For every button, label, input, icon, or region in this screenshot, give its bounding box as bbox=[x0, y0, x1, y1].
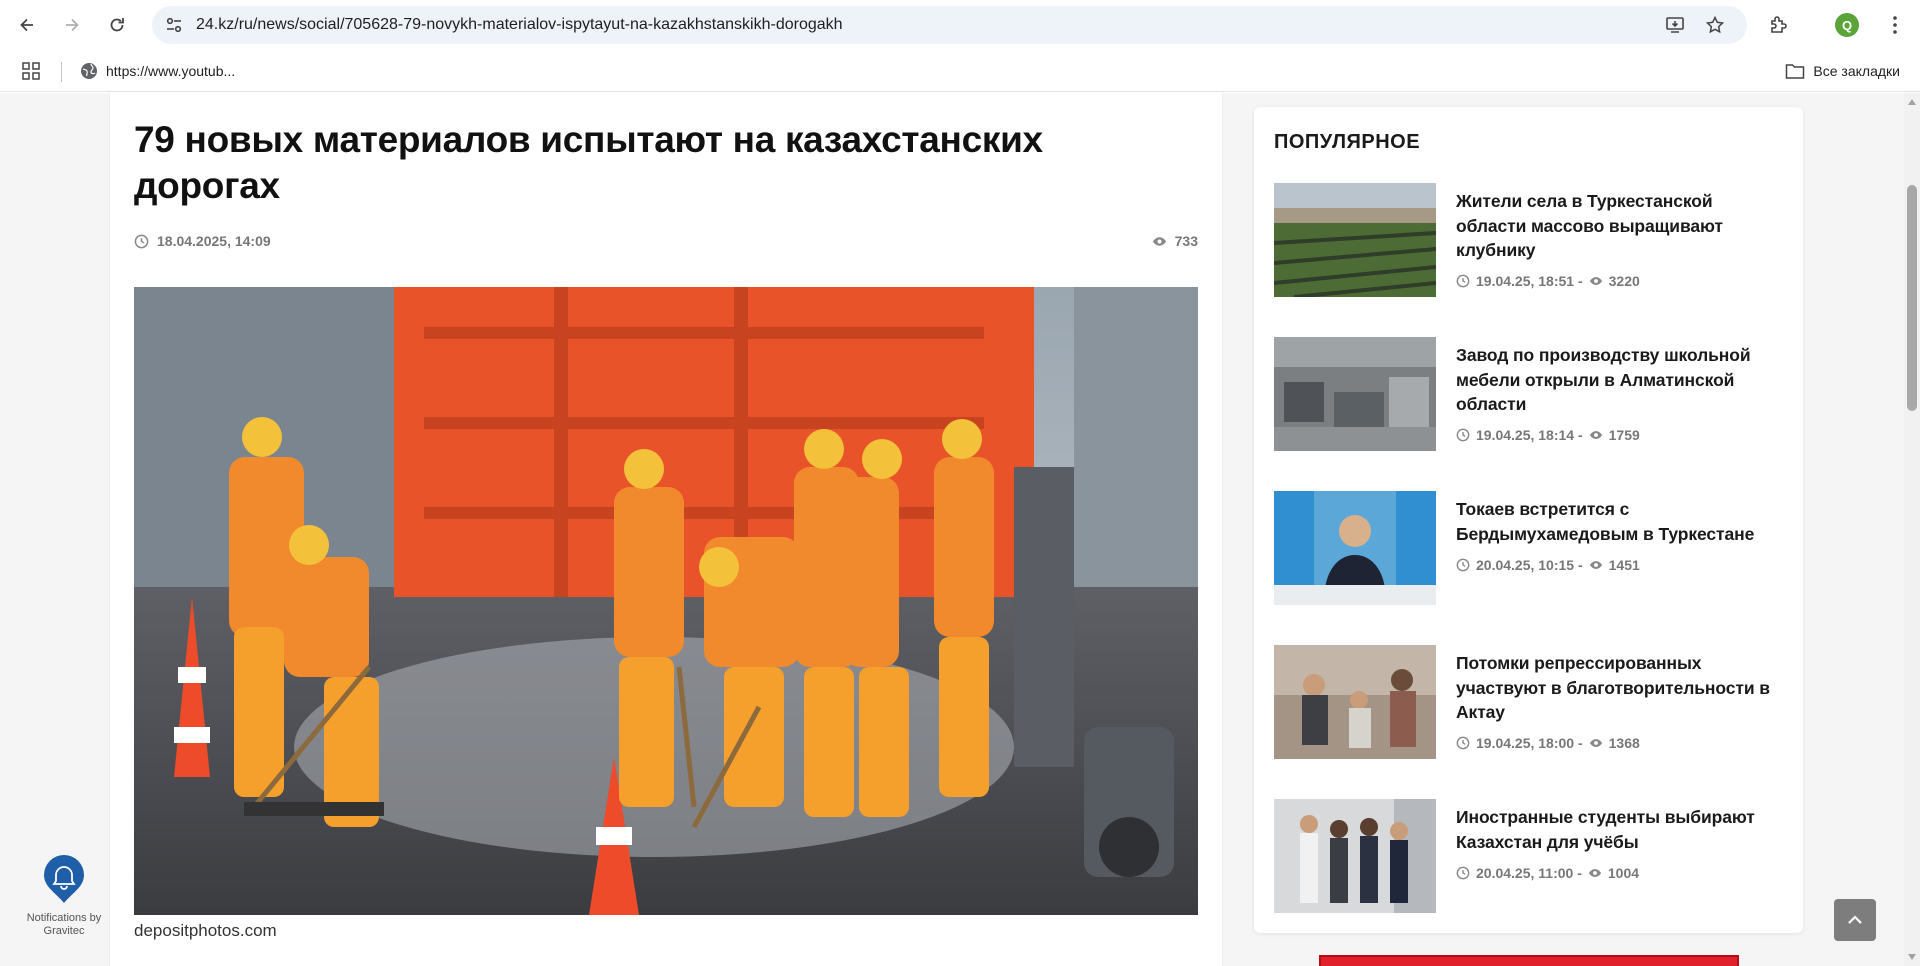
clock-icon bbox=[1456, 428, 1470, 442]
article-views: 733 bbox=[1152, 233, 1198, 249]
eye-icon bbox=[1589, 431, 1602, 439]
eye-icon bbox=[1589, 277, 1602, 285]
popular-item-date: 19.04.25, 18:14 - bbox=[1476, 427, 1583, 443]
popular-item[interactable]: Потомки репрессированных участвуют в бла… bbox=[1274, 645, 1784, 759]
popular-item-views: 1451 bbox=[1608, 557, 1640, 573]
extensions-icon[interactable] bbox=[1767, 13, 1791, 37]
popular-item-title[interactable]: Потомки репрессированных участвуют в бла… bbox=[1456, 651, 1786, 725]
road-workers-photo bbox=[134, 287, 1198, 915]
back-button[interactable] bbox=[11, 9, 43, 41]
reload-button[interactable] bbox=[101, 9, 133, 41]
article-title: 79 новых материалов испытают на казахста… bbox=[134, 119, 1043, 206]
page-viewport: 79 новых материалов испытают на казахста… bbox=[0, 93, 1904, 966]
popular-item[interactable]: Жители села в Туркестанской области масс… bbox=[1274, 183, 1784, 297]
strawberry-field-thumbnail bbox=[1274, 183, 1436, 297]
eye-icon bbox=[1588, 869, 1601, 877]
popular-item-views: 1004 bbox=[1607, 865, 1640, 881]
address-bar[interactable]: 24.kz/ru/news/social/705628-79-novykh-ma… bbox=[152, 6, 1747, 44]
forward-button[interactable] bbox=[56, 9, 88, 41]
article-date-text: 18.04.2025, 14:09 bbox=[157, 233, 271, 249]
popular-item-date: 19.04.25, 18:00 - bbox=[1476, 735, 1583, 751]
notifications-label: Notifications by Gravitec bbox=[26, 912, 102, 937]
chevron-up-icon bbox=[1848, 915, 1862, 924]
popular-item-title[interactable]: Завод по производству школьной мебели от… bbox=[1456, 343, 1786, 417]
popular-thumbnail[interactable] bbox=[1274, 183, 1436, 297]
clock-icon bbox=[1456, 558, 1470, 572]
apps-grid-icon[interactable] bbox=[22, 62, 40, 80]
popular-item-date: 20.04.25, 10:15 - bbox=[1476, 557, 1583, 573]
browser-toolbar: 24.kz/ru/news/social/705628-79-novykh-ma… bbox=[0, 0, 1920, 50]
popular-thumbnail[interactable] bbox=[1274, 799, 1436, 913]
popular-item-meta: 19.04.25, 18:14 - 1759 bbox=[1456, 427, 1640, 443]
scroll-up-arrow[interactable] bbox=[1908, 99, 1916, 105]
scroll-to-top-button[interactable] bbox=[1834, 899, 1876, 941]
all-bookmarks[interactable]: Все закладки bbox=[1785, 59, 1900, 83]
eye-icon bbox=[1589, 739, 1602, 747]
official-meeting-thumbnail bbox=[1274, 491, 1436, 605]
more-menu-icon[interactable] bbox=[1883, 13, 1907, 37]
popular-item[interactable]: Завод по производству школьной мебели от… bbox=[1274, 337, 1784, 451]
eye-icon bbox=[1152, 236, 1166, 246]
students-thumbnail bbox=[1274, 799, 1436, 913]
all-bookmarks-label: Все закладки bbox=[1813, 63, 1900, 79]
popular-thumbnail[interactable] bbox=[1274, 645, 1436, 759]
clock-icon bbox=[134, 234, 149, 248]
popular-heading: ПОПУЛЯРНОЕ bbox=[1274, 131, 1421, 153]
url-text[interactable]: 24.kz/ru/news/social/705628-79-novykh-ma… bbox=[196, 6, 843, 44]
article-views-count: 733 bbox=[1174, 233, 1198, 249]
furniture-factory-thumbnail bbox=[1274, 337, 1436, 451]
notification-bell-icon[interactable] bbox=[42, 853, 86, 905]
popular-item-title[interactable]: Токаев встретится с Бердымухамедовым в Т… bbox=[1456, 497, 1786, 546]
clock-icon bbox=[1456, 736, 1470, 750]
globe-icon bbox=[81, 63, 97, 79]
popular-item-meta: 20.04.25, 10:15 - 1451 bbox=[1456, 557, 1640, 573]
bookmarks-bar: https://www.youtub... Все закладки bbox=[0, 50, 1920, 92]
scrollbar-thumb[interactable] bbox=[1907, 185, 1917, 411]
popular-item-views: 3220 bbox=[1608, 273, 1640, 289]
profile-avatar[interactable]: Q bbox=[1835, 13, 1859, 37]
arrow-right-icon bbox=[66, 18, 79, 32]
bookmark-label: https://www.youtub... bbox=[106, 63, 236, 79]
bookmarks-divider bbox=[61, 62, 62, 82]
scroll-down-arrow[interactable] bbox=[1908, 954, 1916, 960]
folder-icon bbox=[1786, 64, 1805, 79]
reload-icon bbox=[110, 18, 124, 32]
arrow-left-icon bbox=[20, 18, 33, 32]
popular-item-meta: 19.04.25, 18:51 - 3220 bbox=[1456, 273, 1640, 289]
family-charity-thumbnail bbox=[1274, 645, 1436, 759]
popular-item-views: 1368 bbox=[1608, 735, 1640, 751]
clock-icon bbox=[1456, 274, 1470, 288]
popular-item-title[interactable]: Жители села в Туркестанской области масс… bbox=[1456, 189, 1786, 263]
bookmark-youtube[interactable]: https://www.youtub... bbox=[80, 59, 235, 83]
notifications-widget[interactable]: Notifications by Gravitec bbox=[16, 853, 112, 938]
article-hero-image[interactable] bbox=[134, 287, 1198, 915]
bookmark-star-icon[interactable] bbox=[1705, 15, 1725, 35]
popular-thumbnail[interactable] bbox=[1274, 491, 1436, 605]
popular-sidebar: ПОПУЛЯРНОЕ Жители села в Туркестанской о… bbox=[1254, 107, 1803, 933]
popular-item[interactable]: Иностранные студенты выбирают Казахстан … bbox=[1274, 799, 1784, 913]
popular-item-title[interactable]: Иностранные студенты выбирают Казахстан … bbox=[1456, 805, 1786, 854]
article: 79 новых материалов испытают на казахста… bbox=[109, 93, 1223, 966]
popular-item-meta: 19.04.25, 18:00 - 1368 bbox=[1456, 735, 1640, 751]
ad-banner[interactable] bbox=[1319, 955, 1739, 966]
popular-item[interactable]: Токаев встретится с Бердымухамедовым в Т… bbox=[1274, 491, 1784, 605]
install-app-icon[interactable] bbox=[1665, 15, 1685, 35]
popular-item-views: 1759 bbox=[1608, 427, 1640, 443]
photo-credit: depositphotos.com bbox=[134, 921, 277, 940]
article-date: 18.04.2025, 14:09 bbox=[134, 233, 271, 249]
popular-item-meta: 20.04.25, 11:00 - 1004 bbox=[1456, 865, 1639, 881]
clock-icon bbox=[1456, 866, 1470, 880]
site-settings-icon[interactable] bbox=[164, 15, 184, 35]
popular-thumbnail[interactable] bbox=[1274, 337, 1436, 451]
eye-icon bbox=[1589, 561, 1602, 569]
popular-item-date: 19.04.25, 18:51 - bbox=[1476, 273, 1583, 289]
popular-item-date: 20.04.25, 11:00 - bbox=[1476, 865, 1582, 881]
page-scrollbar[interactable] bbox=[1904, 93, 1920, 966]
